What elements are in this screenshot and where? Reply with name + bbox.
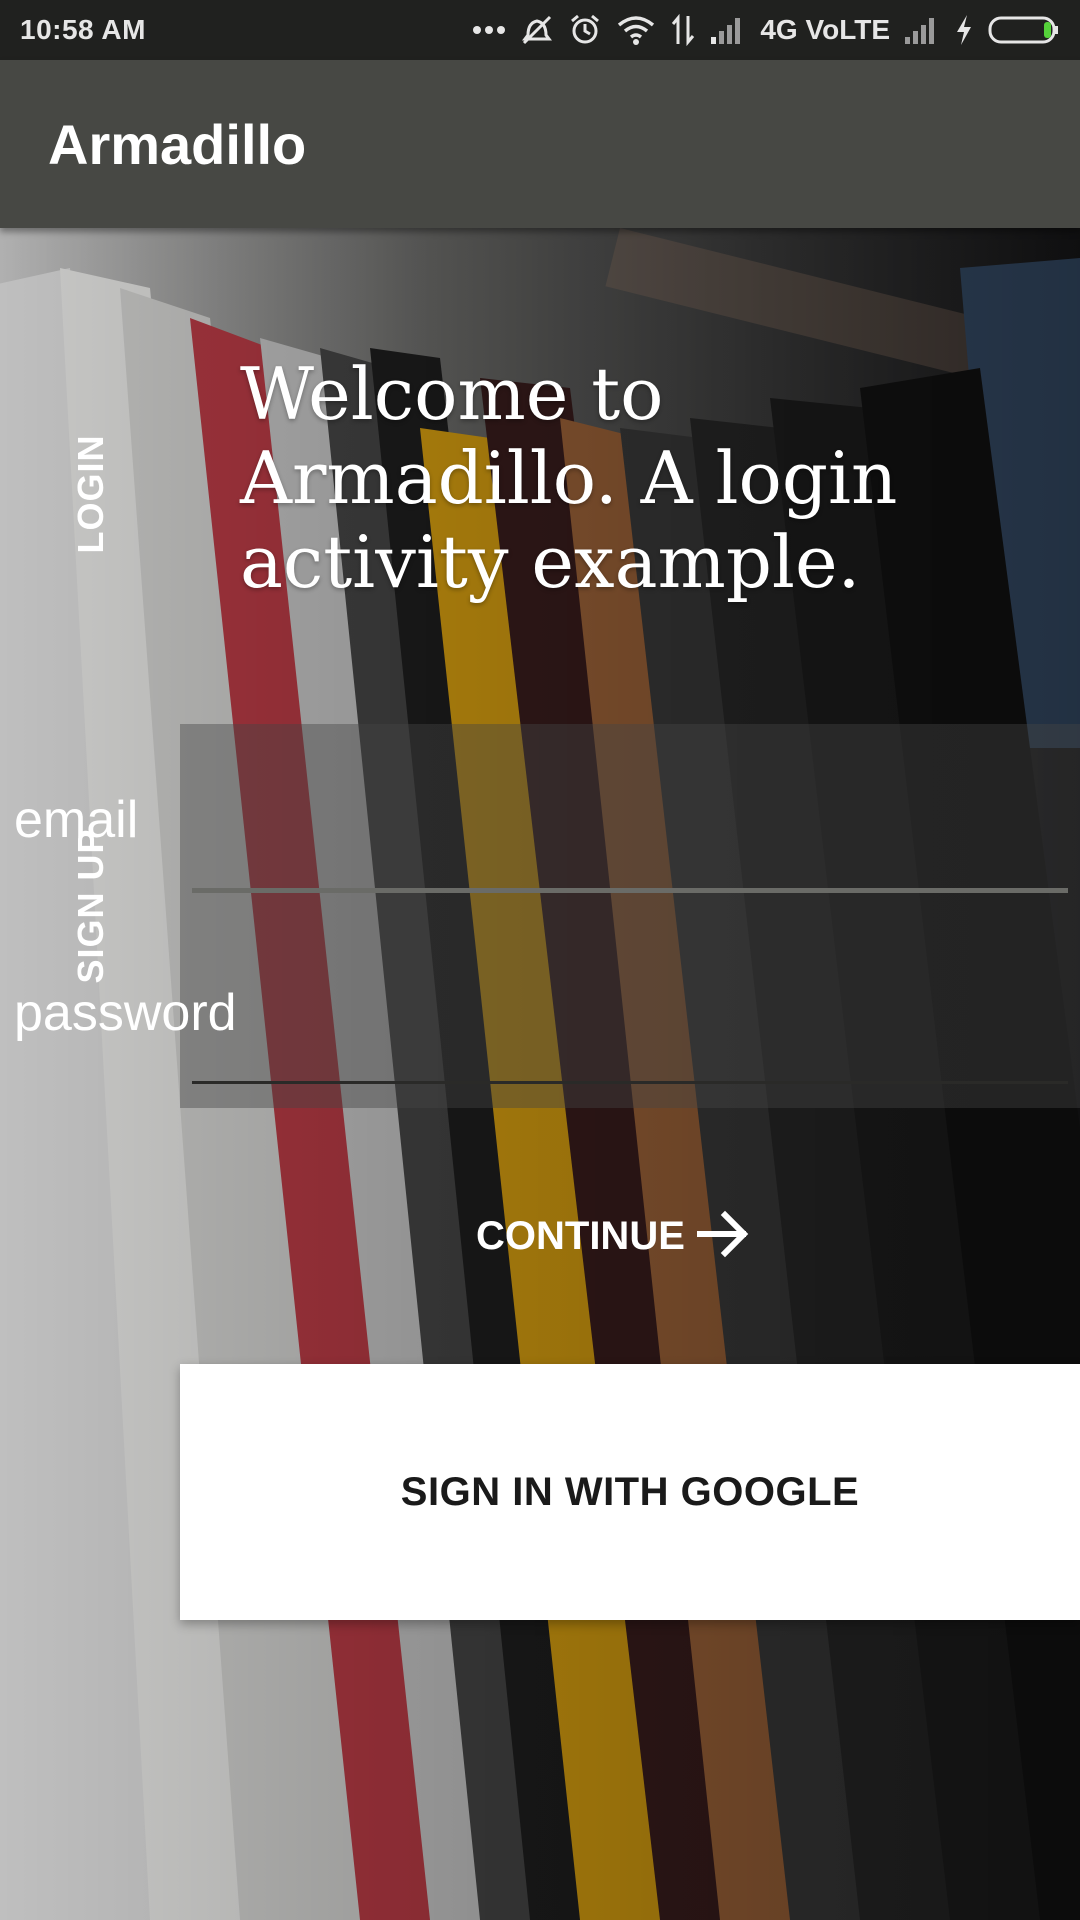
status-bar: 10:58 AM 4G VoLTE xyxy=(0,0,1080,60)
welcome-line-2: Armadillo. A login xyxy=(240,436,898,520)
signal-2-icon xyxy=(904,15,940,45)
email-field-container xyxy=(12,770,888,870)
email-field[interactable] xyxy=(12,770,888,870)
status-time: 10:58 AM xyxy=(20,14,146,45)
data-transfer-icon xyxy=(670,14,696,46)
tab-login[interactable]: LOGIN xyxy=(70,435,112,554)
more-dots-icon xyxy=(472,25,506,35)
app-bar: Armadillo xyxy=(0,60,1080,228)
email-underline xyxy=(192,888,1068,893)
continue-button[interactable]: CONTINUE xyxy=(476,1206,749,1266)
app-title: Armadillo xyxy=(48,112,307,176)
battery-icon xyxy=(988,15,1060,45)
wifi-icon xyxy=(616,14,656,46)
password-field-container xyxy=(12,963,888,1063)
welcome-heading: Welcome to Armadillo. A login activity e… xyxy=(240,352,1040,604)
google-sign-in-button[interactable]: SIGN IN WITH GOOGLE xyxy=(180,1364,1080,1620)
network-label: 4G VoLTE xyxy=(760,14,890,45)
welcome-line-3: activity example. xyxy=(240,520,861,604)
google-sign-in-label: SIGN IN WITH GOOGLE xyxy=(400,1469,860,1514)
arrow-right-icon xyxy=(696,1210,749,1263)
password-field[interactable] xyxy=(12,963,888,1063)
alarm-icon xyxy=(568,13,602,47)
password-underline xyxy=(192,1081,1068,1084)
signal-icon xyxy=(710,15,746,45)
welcome-line-1: Welcome to xyxy=(240,352,664,436)
charging-icon xyxy=(954,14,974,46)
continue-label: CONTINUE xyxy=(476,1213,685,1258)
status-icons: 4G VoLTE xyxy=(472,13,1060,47)
vibrate-off-icon xyxy=(520,13,554,47)
